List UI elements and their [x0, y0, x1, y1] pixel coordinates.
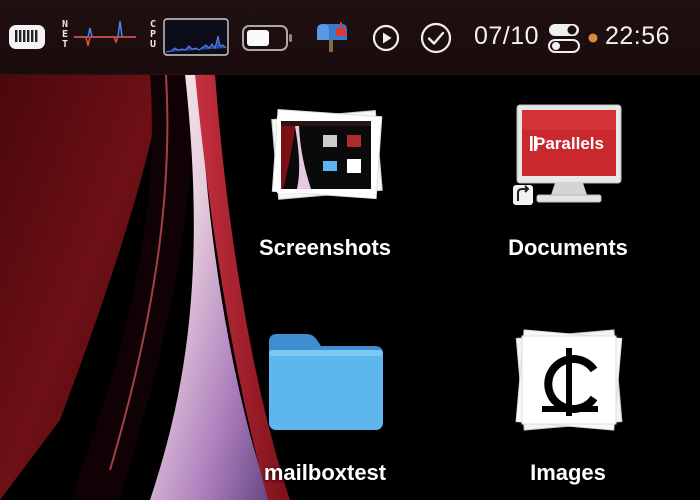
documents-label: Documents	[508, 235, 628, 260]
toggle-switches-icon[interactable]	[548, 23, 580, 53]
mailboxtest-label: mailboxtest	[263, 460, 387, 485]
screenshots-stack-icon	[271, 109, 383, 200]
parallels-alias-icon: Parallels	[513, 104, 622, 205]
battery-icon[interactable]	[242, 25, 294, 51]
letter: T	[61, 39, 69, 50]
folder-icon	[269, 334, 383, 430]
desktop-icon-mailboxtest[interactable]: mailboxtest	[225, 320, 425, 500]
clock-display[interactable]: 22:56	[605, 22, 670, 51]
play-icon[interactable]	[372, 24, 400, 52]
screenshots-label: Screenshots	[258, 235, 392, 260]
images-stack-icon	[515, 329, 623, 431]
menu-bar: NET CPU 07/10 22:56	[0, 0, 700, 75]
ram-icon[interactable]	[8, 24, 46, 50]
images-label: Images	[530, 460, 606, 485]
status-dot	[588, 33, 598, 43]
svg-text:Parallels: Parallels	[534, 134, 604, 153]
letter: U	[149, 39, 157, 50]
desktop-icon-screenshots[interactable]: Screenshots	[225, 95, 425, 275]
net-label: NET	[60, 20, 70, 50]
mailbox-icon[interactable]	[314, 20, 350, 54]
net-graph-icon[interactable]	[74, 18, 136, 56]
checkmark-icon[interactable]	[420, 22, 452, 54]
cpu-label: CPU	[148, 20, 158, 50]
cpu-graph-icon[interactable]	[163, 18, 229, 56]
date-display[interactable]: 07/10	[474, 22, 539, 51]
desktop-icon-images[interactable]: Images	[468, 320, 668, 500]
desktop-icon-documents[interactable]: Parallels Documents	[468, 95, 668, 275]
